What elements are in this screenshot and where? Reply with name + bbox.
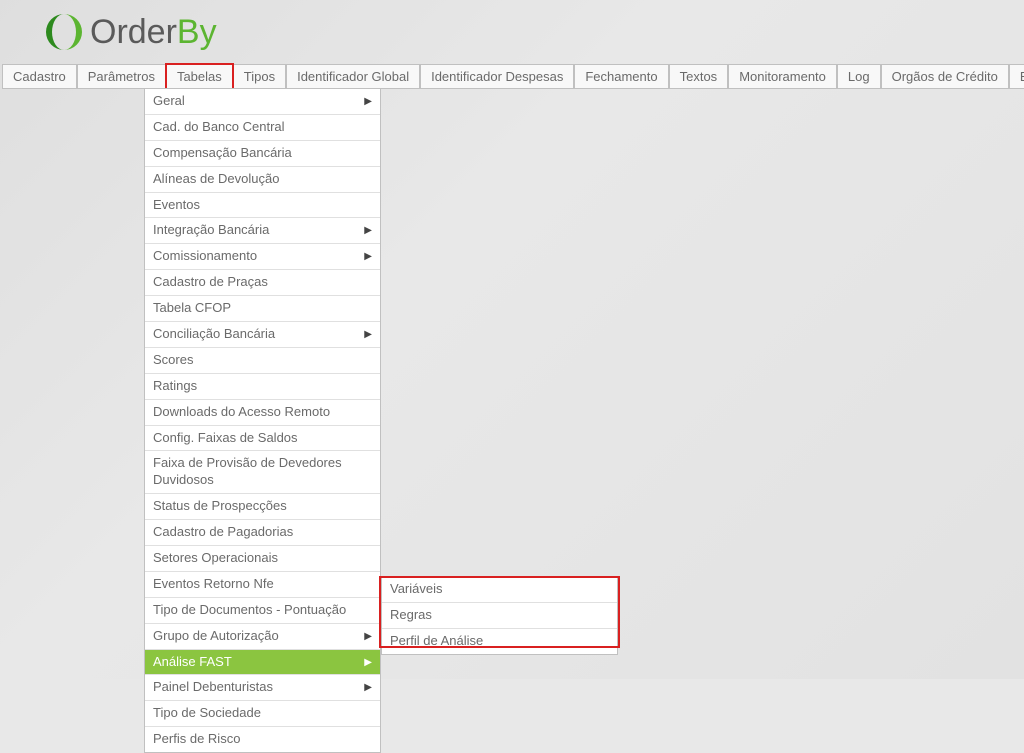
dropdown-item-8[interactable]: Tabela CFOP bbox=[145, 296, 380, 322]
chevron-right-icon: ▶ bbox=[364, 656, 372, 669]
dropdown-item-12[interactable]: Downloads do Acesso Remoto bbox=[145, 400, 380, 426]
menu-orgaos-credito[interactable]: Orgãos de Crédito bbox=[881, 64, 1009, 89]
dropdown-item-label: Análise FAST bbox=[153, 654, 232, 671]
dropdown-item-label: Cadastro de Pagadorias bbox=[153, 524, 293, 541]
dropdown-item-9[interactable]: Conciliação Bancária ▶ bbox=[145, 322, 380, 348]
menu-identificador-global[interactable]: Identificador Global bbox=[286, 64, 420, 89]
dropdown-item-1[interactable]: Cad. do Banco Central bbox=[145, 115, 380, 141]
menu-identificador-despesas[interactable]: Identificador Despesas bbox=[420, 64, 574, 89]
menu-tabelas[interactable]: Tabelas bbox=[166, 64, 233, 89]
logo-by: By bbox=[177, 13, 217, 51]
menubar: Cadastro Parâmetros Tabelas Tipos Identi… bbox=[0, 64, 1024, 89]
dropdown-item-0[interactable]: Geral ▶ bbox=[145, 89, 380, 115]
dropdown-item-label: Conciliação Bancária bbox=[153, 326, 275, 343]
dropdown-item-14[interactable]: Faixa de Provisão de Devedores Duvidosos bbox=[145, 451, 380, 494]
dropdown-item-label: Scores bbox=[153, 352, 193, 369]
menu-monitoramento[interactable]: Monitoramento bbox=[728, 64, 837, 89]
dropdown-item-label: Grupo de Autorização bbox=[153, 628, 279, 645]
dropdown-item-label: Integração Bancária bbox=[153, 222, 269, 239]
dropdown-item-label: Cadastro de Praças bbox=[153, 274, 268, 291]
dropdown-item-5[interactable]: Integração Bancária ▶ bbox=[145, 218, 380, 244]
logo-icon bbox=[42, 10, 86, 54]
dropdown-item-19[interactable]: Tipo de Documentos - Pontuação bbox=[145, 598, 380, 624]
dropdown-item-20[interactable]: Grupo de Autorização ▶ bbox=[145, 624, 380, 650]
logo-area: OrderBy bbox=[0, 0, 1024, 64]
dropdown-item-label: Eventos Retorno Nfe bbox=[153, 576, 274, 593]
dropdown-item-24[interactable]: Perfis de Risco bbox=[145, 727, 380, 752]
chevron-right-icon: ▶ bbox=[364, 250, 372, 263]
dropdown-item-label: Compensação Bancária bbox=[153, 145, 292, 162]
logo-order: Order bbox=[90, 13, 177, 51]
dropdown-item-label: Tipo de Sociedade bbox=[153, 705, 261, 722]
dropdown-item-label: Faixa de Provisão de Devedores Duvidosos bbox=[153, 455, 372, 489]
dropdown-item-label: Tabela CFOP bbox=[153, 300, 231, 317]
dropdown-item-10[interactable]: Scores bbox=[145, 348, 380, 374]
dropdown-item-label: Geral bbox=[153, 93, 185, 110]
dropdown-tabelas: Geral ▶ Cad. do Banco Central Compensação B… bbox=[144, 88, 381, 753]
menu-textos[interactable]: Textos bbox=[669, 64, 729, 89]
chevron-right-icon: ▶ bbox=[364, 328, 372, 341]
logo-text: OrderBy bbox=[90, 13, 217, 52]
chevron-right-icon: ▶ bbox=[364, 224, 372, 237]
dropdown-item-label: Eventos bbox=[153, 197, 200, 214]
dropdown-item-21[interactable]: Análise FAST ▶ bbox=[145, 650, 380, 676]
dropdown-item-label: Setores Operacionais bbox=[153, 550, 278, 567]
dropdown-item-label: Cad. do Banco Central bbox=[153, 119, 285, 136]
submenu-perfil-analise[interactable]: Perfil de Análise bbox=[382, 629, 617, 654]
dropdown-item-label: Perfis de Risco bbox=[153, 731, 240, 748]
menu-cadastro[interactable]: Cadastro bbox=[2, 64, 77, 89]
dropdown-item-label: Painel Debenturistas bbox=[153, 679, 273, 696]
dropdown-item-label: Comissionamento bbox=[153, 248, 257, 265]
dropdown-item-label: Alíneas de Devolução bbox=[153, 171, 279, 188]
chevron-right-icon: ▶ bbox=[364, 681, 372, 694]
submenu-variaveis[interactable]: Variáveis bbox=[382, 577, 617, 603]
menu-parametros[interactable]: Parâmetros bbox=[77, 64, 166, 89]
submenu-analise-fast: Variáveis Regras Perfil de Análise bbox=[381, 576, 618, 655]
menu-log[interactable]: Log bbox=[837, 64, 881, 89]
dropdown-item-22[interactable]: Painel Debenturistas ▶ bbox=[145, 675, 380, 701]
dropdown-item-label: Status de Prospecções bbox=[153, 498, 287, 515]
dropdown-item-17[interactable]: Setores Operacionais bbox=[145, 546, 380, 572]
dropdown-item-label: Config. Faixas de Saldos bbox=[153, 430, 298, 447]
dropdown-item-2[interactable]: Compensação Bancária bbox=[145, 141, 380, 167]
submenu-regras[interactable]: Regras bbox=[382, 603, 617, 629]
dropdown-item-label: Tipo de Documentos - Pontuação bbox=[153, 602, 346, 619]
menu-encerrar-sessao[interactable]: Encerrar Sessão bbox=[1009, 64, 1024, 89]
menu-tipos[interactable]: Tipos bbox=[233, 64, 286, 89]
chevron-right-icon: ▶ bbox=[364, 95, 372, 108]
dropdown-item-6[interactable]: Comissionamento ▶ bbox=[145, 244, 380, 270]
dropdown-item-16[interactable]: Cadastro de Pagadorias bbox=[145, 520, 380, 546]
dropdown-item-15[interactable]: Status de Prospecções bbox=[145, 494, 380, 520]
dropdown-item-7[interactable]: Cadastro de Praças bbox=[145, 270, 380, 296]
dropdown-item-18[interactable]: Eventos Retorno Nfe bbox=[145, 572, 380, 598]
dropdown-item-3[interactable]: Alíneas de Devolução bbox=[145, 167, 380, 193]
dropdown-item-13[interactable]: Config. Faixas de Saldos bbox=[145, 426, 380, 452]
menu-fechamento[interactable]: Fechamento bbox=[574, 64, 668, 89]
dropdown-item-label: Downloads do Acesso Remoto bbox=[153, 404, 330, 421]
chevron-right-icon: ▶ bbox=[364, 630, 372, 643]
dropdown-item-11[interactable]: Ratings bbox=[145, 374, 380, 400]
dropdown-item-23[interactable]: Tipo de Sociedade bbox=[145, 701, 380, 727]
dropdown-item-label: Ratings bbox=[153, 378, 197, 395]
dropdown-item-4[interactable]: Eventos bbox=[145, 193, 380, 219]
